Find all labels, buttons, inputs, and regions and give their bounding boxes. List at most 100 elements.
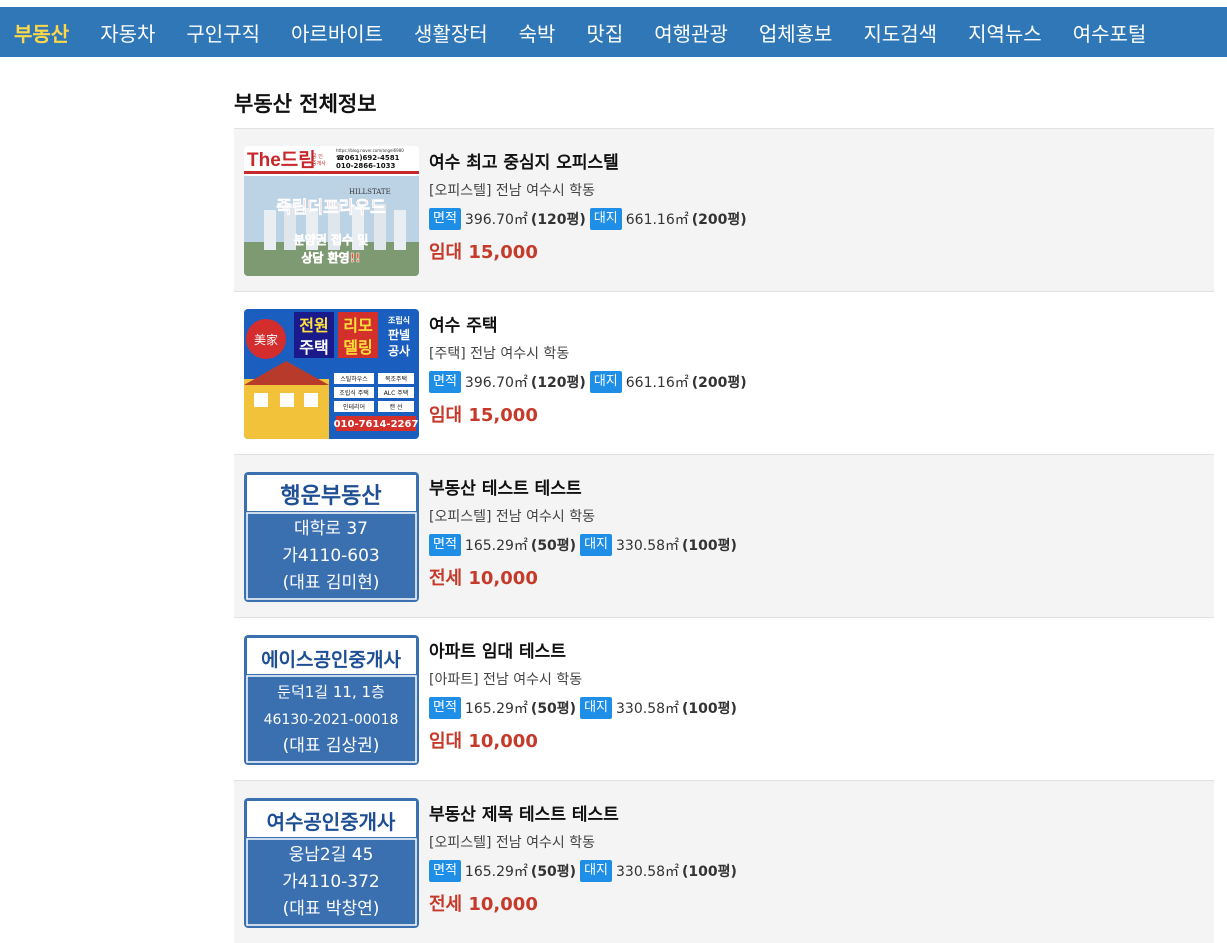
nav-item-food[interactable]: 맛집 — [586, 18, 623, 47]
listing-thumbnail[interactable]: The드림 공 인 중개사 https://blog.naver.com/ang… — [244, 146, 419, 276]
listing-thumbnail[interactable]: 행운부동산 대학로 37 가4110-603 (대표 김미현) — [244, 472, 419, 602]
svg-text:전원: 전원 — [299, 316, 328, 335]
listing-thumbnail[interactable]: 美家 전원 주택 리모 델링 조립식 판넬 공사 스틸하우스 목조주택 조립식 … — [244, 309, 419, 439]
land-pyeong: (100평) — [682, 538, 737, 554]
svg-text:조립식 주택: 조립식 주택 — [339, 389, 369, 397]
nav-item-travel[interactable]: 여행관광 — [654, 18, 728, 47]
list-item[interactable]: 여수공인중개사 웅남2길 45 가4110-372 (대표 박창연) 부동산 제… — [234, 780, 1214, 943]
listing-category: [오피스텔] 전남 여수시 학동 — [429, 183, 595, 199]
land-value: 330.58㎡ — [616, 864, 680, 880]
listing-thumbnail[interactable]: 에이스공인중개사 둔덕1길 11, 1층 46130-2021-00018 (대… — [244, 635, 419, 765]
area-tag: 면적 — [429, 860, 461, 882]
area-value: 396.70㎡ — [464, 212, 528, 228]
listing-category: [오피스텔] 전남 여수시 학동 — [429, 835, 595, 851]
listing-price: 전세 10,000 — [429, 894, 538, 915]
land-tag: 대지 — [580, 534, 613, 556]
svg-text:010-7614-2267: 010-7614-2267 — [334, 419, 419, 430]
list-item[interactable]: The드림 공 인 중개사 https://blog.naver.com/ang… — [234, 128, 1214, 291]
nav-item-market[interactable]: 생활장터 — [414, 18, 488, 47]
list-item[interactable]: 美家 전원 주택 리모 델링 조립식 판넬 공사 스틸하우스 목조주택 조립식 … — [234, 291, 1214, 454]
land-pyeong: (200평) — [691, 375, 747, 391]
land-value: 330.58㎡ — [616, 701, 680, 717]
listing-title[interactable]: 아파트 임대 테스트 — [429, 640, 741, 664]
listing-price: 임대 15,000 — [429, 242, 538, 263]
svg-text:판넬: 판넬 — [388, 327, 410, 342]
area-tag: 면적 — [429, 697, 461, 719]
svg-text:캔 선: 캔 선 — [390, 403, 403, 411]
area-pyeong: (50평) — [530, 701, 577, 717]
nav-item-lodging[interactable]: 숙박 — [519, 18, 556, 47]
svg-text:여수공인중개사: 여수공인중개사 — [267, 810, 396, 834]
nav-item-map[interactable]: 지도검색 — [863, 18, 937, 47]
listing-price: 전세 10,000 — [429, 568, 538, 589]
listing-size-row: 면적 396.70㎡ (120평) 대지 661.16㎡ (200평) — [429, 370, 751, 394]
brand-logo: The드림 — [247, 149, 316, 171]
listing-price: 임대 10,000 — [429, 731, 538, 752]
listing-title[interactable]: 여수 주택 — [429, 314, 751, 338]
land-value: 330.58㎡ — [616, 538, 680, 554]
svg-text:가4110-372: 가4110-372 — [282, 872, 380, 892]
land-tag: 대지 — [580, 860, 613, 882]
svg-text:델링: 델링 — [343, 338, 372, 357]
svg-text:웅남2길 45: 웅남2길 45 — [289, 845, 374, 865]
listing-title[interactable]: 여수 최고 중심지 오피스텔 — [429, 151, 751, 175]
nav-item-portal[interactable]: 여수포털 — [1073, 18, 1147, 47]
listing-size-row: 면적 165.29㎡ (50평) 대지 330.58㎡ (100평) — [429, 859, 741, 883]
nav-item-jobs[interactable]: 구인구직 — [186, 18, 260, 47]
svg-text:공사: 공사 — [388, 343, 410, 358]
svg-text:리모: 리모 — [343, 316, 373, 335]
svg-text:인테리어: 인테리어 — [343, 403, 365, 411]
svg-text:46130-2021-00018: 46130-2021-00018 — [264, 712, 399, 728]
listing-category: [오피스텔] 전남 여수시 학동 — [429, 509, 595, 525]
area-pyeong: (120평) — [530, 375, 586, 391]
list-item[interactable]: 행운부동산 대학로 37 가4110-603 (대표 김미현) 부동산 테스트 … — [234, 454, 1214, 617]
svg-text:에이스공인중개사: 에이스공인중개사 — [261, 649, 401, 671]
svg-text:목조주택: 목조주택 — [385, 376, 407, 383]
listing-size-row: 면적 165.29㎡ (50평) 대지 330.58㎡ (100평) — [429, 533, 741, 557]
listing-size-row: 면적 165.29㎡ (50평) 대지 330.58㎡ (100평) — [429, 696, 741, 720]
list-item[interactable]: 에이스공인중개사 둔덕1길 11, 1층 46130-2021-00018 (대… — [234, 617, 1214, 780]
area-pyeong: (120평) — [530, 212, 586, 228]
svg-text:ALC 주택: ALC 주택 — [384, 390, 409, 397]
land-pyeong: (100평) — [682, 864, 737, 880]
svg-text:공 인: 공 인 — [312, 153, 323, 160]
area-pyeong: (50평) — [530, 864, 577, 880]
nav-item-car[interactable]: 자동차 — [100, 18, 155, 47]
nav-item-realestate[interactable]: 부동산 — [14, 18, 69, 47]
svg-text:美家: 美家 — [254, 332, 278, 347]
land-value: 661.16㎡ — [625, 375, 689, 391]
land-tag: 대지 — [589, 371, 622, 393]
land-pyeong: (200평) — [691, 212, 747, 228]
listing-title[interactable]: 부동산 테스트 테스트 — [429, 477, 741, 501]
area-tag: 면적 — [429, 371, 461, 393]
nav-item-news[interactable]: 지역뉴스 — [968, 18, 1042, 47]
svg-text:스틸하우스: 스틸하우스 — [340, 375, 368, 383]
svg-text:(대표 김상권): (대표 김상권) — [283, 736, 380, 756]
nav-item-business[interactable]: 업체홍보 — [759, 18, 833, 47]
nav-item-parttime[interactable]: 아르바이트 — [291, 18, 383, 47]
land-pyeong: (100평) — [682, 701, 737, 717]
listing-price: 임대 15,000 — [429, 405, 538, 426]
svg-text:둔덕1길 11, 1층: 둔덕1길 11, 1층 — [277, 683, 385, 701]
page-title: 부동산 전체정보 — [234, 92, 377, 116]
land-tag: 대지 — [580, 697, 613, 719]
listing-title[interactable]: 부동산 제목 테스트 테스트 — [429, 803, 741, 827]
svg-text:분양권 접수 및: 분양권 접수 및 — [294, 232, 369, 247]
listing-list: The드림 공 인 중개사 https://blog.naver.com/ang… — [234, 128, 1214, 943]
svg-text:중개사: 중개사 — [312, 160, 326, 167]
listing-size-row: 면적 396.70㎡ (120평) 대지 661.16㎡ (200평) — [429, 207, 751, 231]
svg-text:행운부동산: 행운부동산 — [280, 484, 381, 509]
area-value: 165.29㎡ — [464, 864, 528, 880]
svg-text:☎061)692-4581: ☎061)692-4581 — [336, 154, 400, 162]
area-value: 396.70㎡ — [464, 375, 528, 391]
listing-category: [아파트] 전남 여수시 학동 — [429, 672, 583, 688]
area-value: 165.29㎡ — [464, 538, 528, 554]
listing-thumbnail[interactable]: 여수공인중개사 웅남2길 45 가4110-372 (대표 박창연) — [244, 798, 419, 928]
svg-text:주택: 주택 — [299, 338, 328, 357]
land-tag: 대지 — [589, 208, 622, 230]
svg-text:조립식: 조립식 — [388, 315, 410, 325]
land-value: 661.16㎡ — [625, 212, 689, 228]
svg-text:죽림더프라우드: 죽림더프라우드 — [276, 198, 386, 218]
svg-text:상담 환영!!: 상담 환영!! — [301, 250, 360, 265]
svg-text:010-2866-1033: 010-2866-1033 — [336, 162, 396, 170]
